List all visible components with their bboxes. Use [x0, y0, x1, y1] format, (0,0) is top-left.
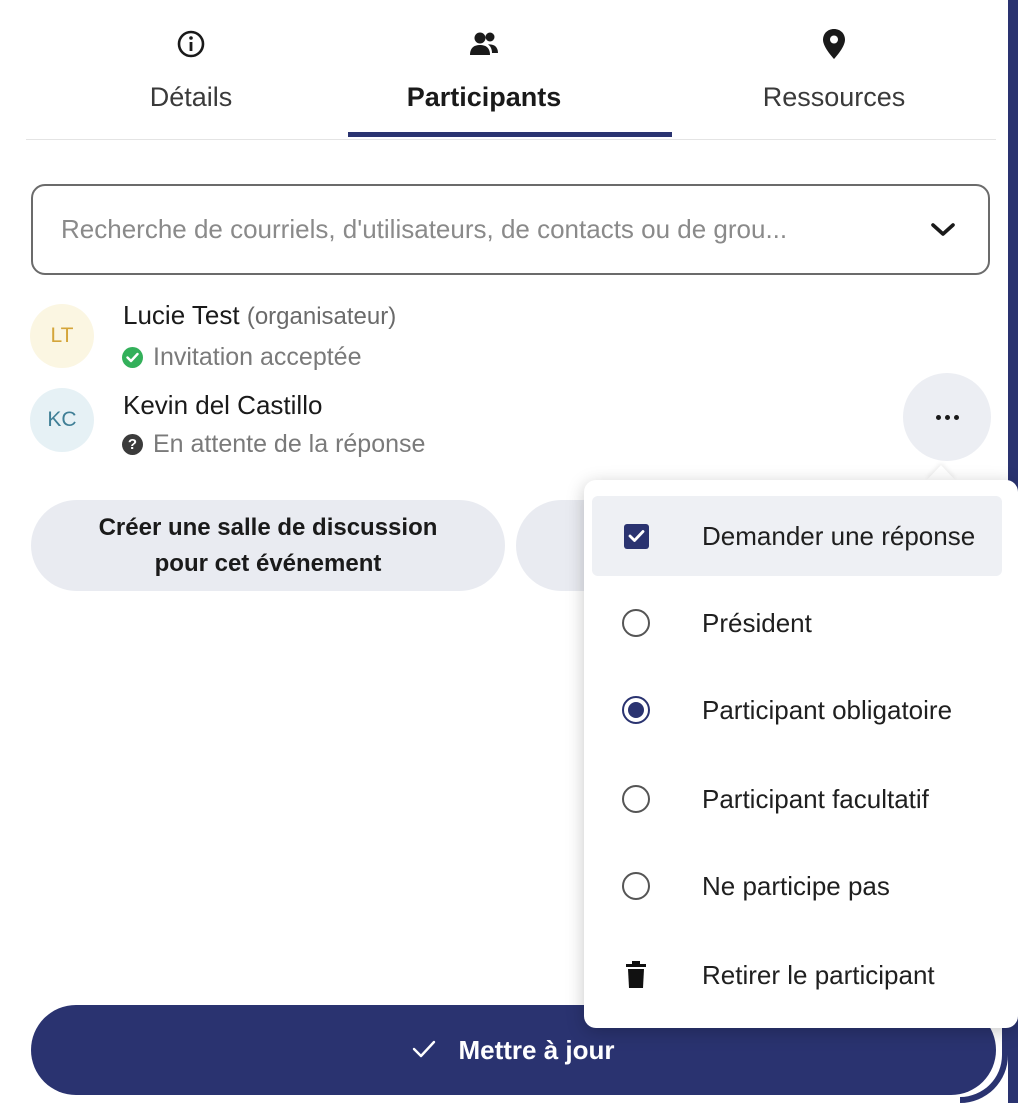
menu-item-label: Président: [702, 607, 812, 638]
create-chat-room-line2: pour cet événement: [154, 549, 382, 577]
tab-resources-label: Ressources: [762, 82, 906, 112]
attendee-status: ? En attente de la réponse: [122, 430, 425, 459]
update-button-label: Mettre à jour: [458, 1034, 615, 1065]
check-circle-icon: [122, 347, 143, 368]
attendee-role: (organisateur): [246, 303, 397, 330]
attendee-name: Kevin del Castillo: [123, 390, 323, 420]
info-icon: [175, 28, 207, 60]
tab-participants[interactable]: Participants: [322, 28, 646, 140]
active-tab-indicator: [348, 132, 672, 137]
menu-item-optional[interactable]: Participant facultatif: [592, 759, 1002, 839]
attendee-search-field[interactable]: [31, 184, 990, 275]
attendee-row[interactable]: KC Kevin del Castillo ? En attente de la…: [30, 384, 990, 464]
tab-details[interactable]: Détails: [116, 28, 266, 140]
radio-icon[interactable]: [620, 607, 652, 639]
menu-caret: [926, 465, 956, 481]
menu-item-required[interactable]: Participant obligatoire: [592, 670, 1002, 750]
menu-item-chair[interactable]: Président: [592, 583, 1002, 663]
attendee-status: Invitation acceptée: [122, 343, 361, 372]
menu-item-request-response[interactable]: Demander une réponse: [592, 496, 1002, 576]
menu-item-not-participating[interactable]: Ne participe pas: [592, 846, 1002, 926]
menu-item-label: Participant obligatoire: [702, 694, 953, 725]
radio-icon[interactable]: [620, 783, 652, 815]
tab-bar: Détails Participants Ressources: [26, 0, 996, 140]
attendee-name: Lucie Test: [123, 300, 240, 330]
attendee-status-text: En attente de la réponse: [153, 430, 426, 458]
menu-item-remove-participant[interactable]: Retirer le participant: [592, 935, 1002, 1015]
attendee-options-menu: Demander une réponse Président Participa…: [584, 480, 1018, 1028]
attendee-name-line: Kevin del Castillo: [123, 390, 322, 421]
question-circle-icon: ?: [122, 434, 143, 455]
avatar: LT: [30, 304, 94, 368]
checkbox-checked-icon[interactable]: [620, 520, 652, 552]
checkmark-icon: [412, 1035, 436, 1066]
attendee-row[interactable]: LT Lucie Test (organisateur) Invitation …: [30, 294, 990, 374]
chevron-down-icon[interactable]: [928, 215, 958, 245]
more-options-button[interactable]: [903, 373, 991, 461]
radio-icon[interactable]: [620, 870, 652, 902]
participants-panel: Détails Participants Ressources LT Lucie…: [0, 0, 1018, 1103]
create-chat-room-line1: Créer une salle de discussion: [98, 513, 438, 541]
create-chat-room-button[interactable]: Créer une salle de discussion pour cet é…: [31, 500, 505, 591]
radio-selected-icon[interactable]: [620, 694, 652, 726]
tab-resources[interactable]: Ressources: [744, 28, 924, 140]
menu-item-label: Demander une réponse: [702, 520, 976, 551]
avatar: KC: [30, 388, 94, 452]
tab-details-label: Détails: [149, 82, 233, 112]
attendee-search-input[interactable]: [61, 214, 928, 245]
location-pin-icon: [821, 28, 847, 60]
attendee-name-line: Lucie Test (organisateur): [123, 300, 396, 331]
menu-item-label: Participant facultatif: [702, 783, 929, 814]
ellipsis-icon: [935, 414, 959, 420]
attendee-status-text: Invitation acceptée: [153, 343, 362, 371]
tab-participants-label: Participants: [406, 82, 562, 112]
menu-item-label: Ne participe pas: [702, 870, 890, 901]
menu-item-label: Retirer le participant: [702, 959, 935, 990]
people-icon: [467, 28, 501, 60]
trash-icon: [620, 959, 652, 991]
